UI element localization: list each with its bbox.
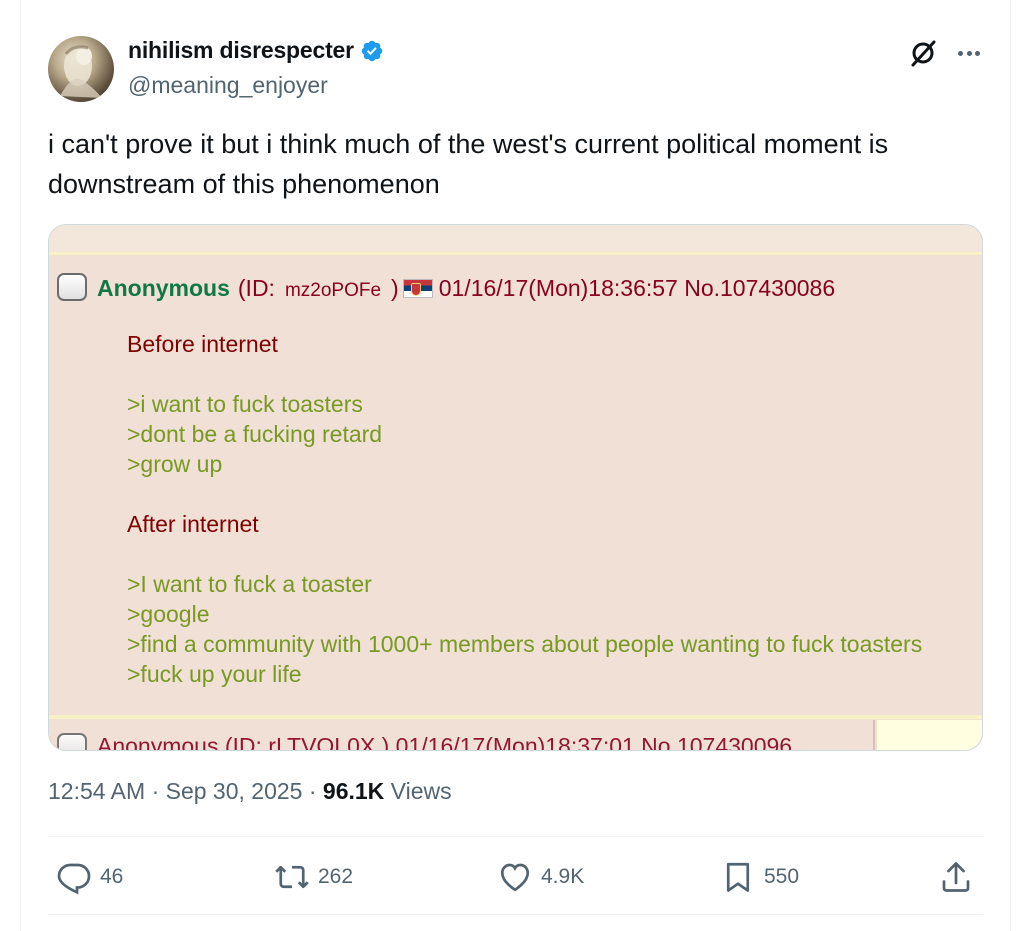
views-count: 96.1K [322,778,385,804]
like-count: 4.9K [541,865,585,888]
next-post-header: Anonymous (ID: rLTVOL0X ) 01/16/17(Mon)1… [57,733,792,750]
post-topbar [49,225,982,255]
like-button[interactable]: 4.9K [497,857,584,897]
greentext-line: >I want to fuck a toaster [127,571,372,597]
tweet-meta: 12:54 AM · Sep 30, 2025 · 96.1K Views [48,778,452,805]
poster-id: mz2oPOFe [284,280,382,301]
avatar[interactable] [48,36,114,102]
post-divider [49,715,982,719]
grok-icon[interactable] [908,38,938,68]
greentext-line: >grow up [127,451,223,477]
bookmark-button[interactable]: 550 [720,857,799,897]
reply-button[interactable]: 46 [56,857,123,897]
verified-badge-icon [361,40,383,61]
greentext-line: >i want to fuck toasters [127,391,363,417]
reply-icon [57,863,91,895]
heart-icon [500,863,530,892]
handle[interactable]: @meaning_enjoyer [128,72,328,99]
page-background [877,720,982,750]
views-label: Views [384,778,452,804]
reply-count: 46 [100,865,124,888]
poster-name: Anonymous [97,275,230,301]
divider [48,914,983,915]
bookmark-count: 550 [764,865,800,888]
post-line: Before internet [127,331,278,357]
timestamp[interactable]: 12:54 AM · Sep 30, 2025 · [48,778,323,804]
poster-id-close: ) [391,275,399,301]
display-name[interactable]: nihilism disrespecter [128,37,384,64]
divider [48,836,983,837]
more-options-icon[interactable] [955,40,983,66]
greentext-line: >google [127,601,210,627]
share-button[interactable] [938,857,974,897]
repost-button[interactable]: 262 [274,857,353,897]
greentext-line: >dont be a fucking retard [127,421,383,447]
bookmark-icon [726,862,750,892]
poster-id-label: (ID: [237,275,275,301]
tweet-text: i can't prove it but i think much of the… [48,129,889,199]
greentext-line: >find a community with 1000+ members abo… [127,631,923,657]
repost-icon [275,865,309,889]
display-name-text[interactable]: nihilism disrespecter [128,37,354,64]
post-line: After internet [127,511,259,537]
embedded-image[interactable]: Anonymous (ID: mz2oPOFe ) 01/16/17(Mon)1… [48,224,983,751]
serbia-flag-icon [402,279,433,298]
post-datetime: 01/16/17(Mon)18:36:57 No.107430086 [438,275,836,301]
share-icon [942,862,970,892]
post-checkbox [57,273,87,301]
greentext-line: >fuck up your life [127,661,302,687]
post-header: Anonymous (ID: mz2oPOFe ) 01/16/17(Mon)1… [97,275,835,302]
post-message: Before internet >i want to fuck toasters… [127,329,922,689]
repost-count: 262 [318,865,354,888]
